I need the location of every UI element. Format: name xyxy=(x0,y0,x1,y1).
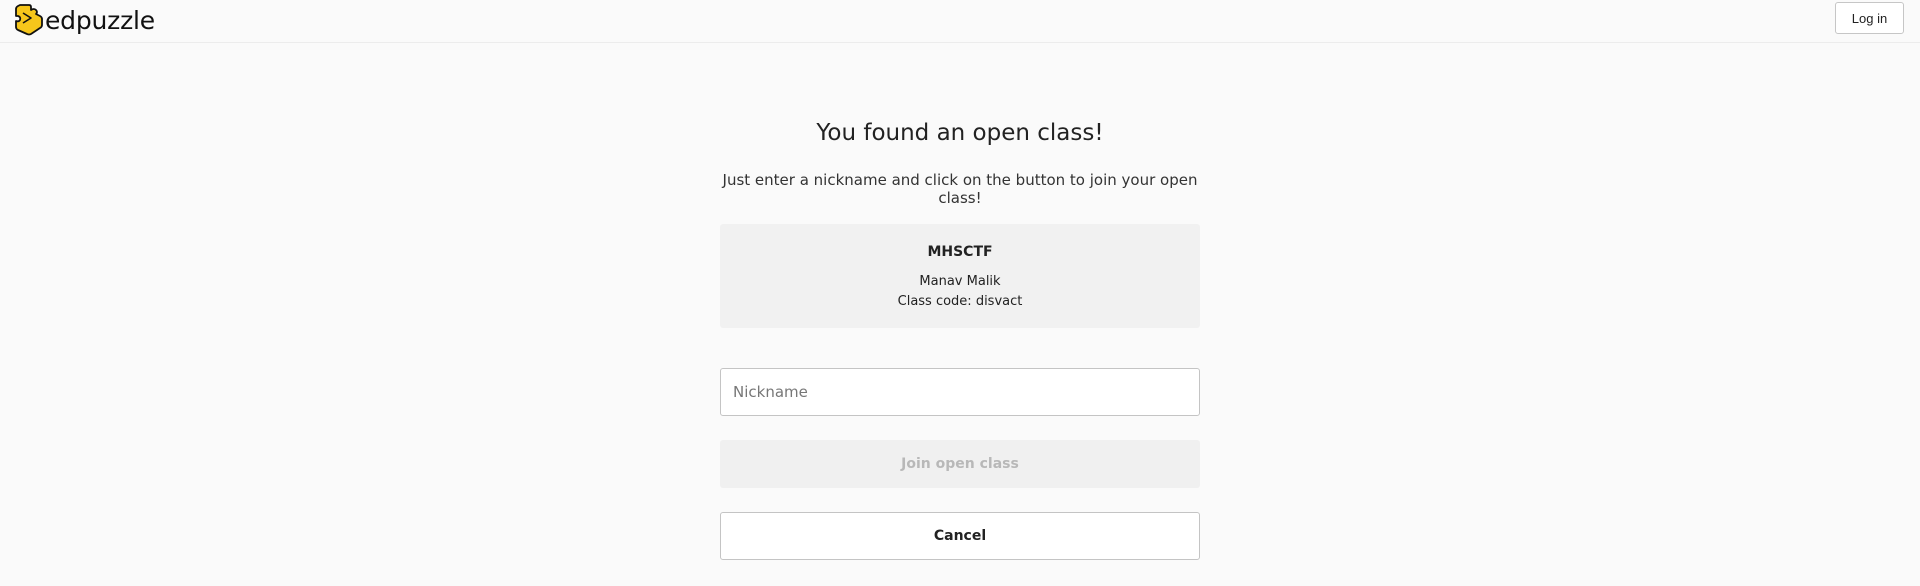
edpuzzle-puzzle-logo-icon xyxy=(15,4,43,36)
join-open-class-button[interactable]: Join open class xyxy=(720,440,1200,488)
class-info-card: MHSCTF Manav Malik Class code: disvact xyxy=(720,224,1200,328)
instructions-text: Just enter a nickname and click on the b… xyxy=(722,171,1198,207)
nickname-input[interactable] xyxy=(720,368,1200,416)
logo-text: edpuzzle xyxy=(45,5,155,35)
page-title: You found an open class! xyxy=(816,120,1104,146)
log-in-button[interactable]: Log in xyxy=(1835,2,1904,34)
class-code: Class code: disvact xyxy=(897,294,1023,309)
edpuzzle-logo[interactable]: edpuzzle xyxy=(14,2,155,38)
class-name: MHSCTF xyxy=(927,244,993,260)
class-owner: Manav Malik xyxy=(919,274,1001,289)
cancel-button[interactable]: Cancel xyxy=(720,512,1200,560)
top-bar: edpuzzle Log in xyxy=(0,0,1920,43)
